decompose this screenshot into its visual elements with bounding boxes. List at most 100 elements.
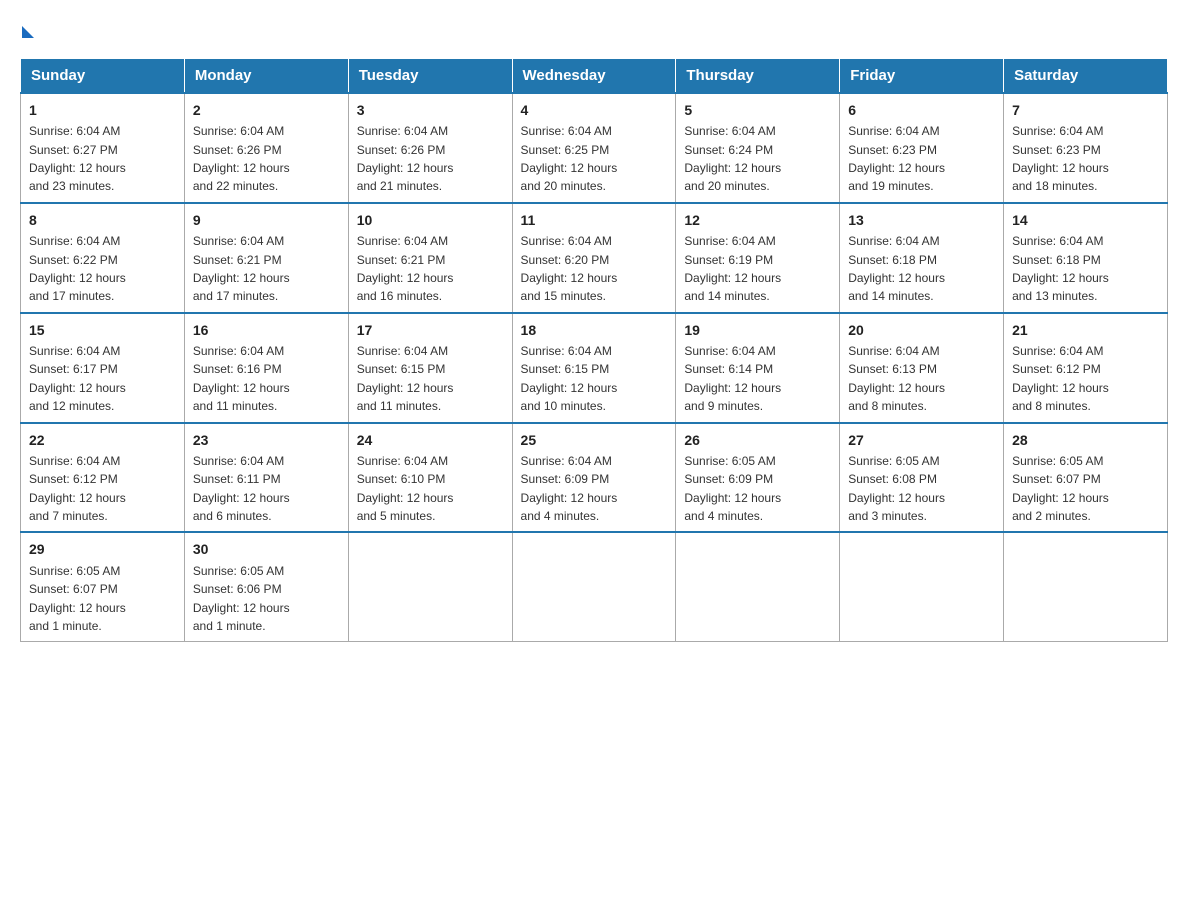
day-cell: 27 Sunrise: 6:05 AMSunset: 6:08 PMDaylig… — [840, 423, 1004, 533]
day-info: Sunrise: 6:04 AMSunset: 6:25 PMDaylight:… — [521, 124, 618, 193]
day-number: 19 — [684, 320, 831, 340]
weekday-header-thursday: Thursday — [676, 59, 840, 94]
day-info: Sunrise: 6:04 AMSunset: 6:12 PMDaylight:… — [1012, 344, 1109, 413]
day-cell: 3 Sunrise: 6:04 AMSunset: 6:26 PMDayligh… — [348, 93, 512, 203]
day-cell: 29 Sunrise: 6:05 AMSunset: 6:07 PMDaylig… — [21, 532, 185, 641]
week-row-4: 22 Sunrise: 6:04 AMSunset: 6:12 PMDaylig… — [21, 423, 1168, 533]
day-cell: 18 Sunrise: 6:04 AMSunset: 6:15 PMDaylig… — [512, 313, 676, 423]
day-number: 30 — [193, 539, 340, 559]
day-cell: 6 Sunrise: 6:04 AMSunset: 6:23 PMDayligh… — [840, 93, 1004, 203]
day-info: Sunrise: 6:04 AMSunset: 6:22 PMDaylight:… — [29, 234, 126, 303]
day-number: 3 — [357, 100, 504, 120]
day-info: Sunrise: 6:05 AMSunset: 6:08 PMDaylight:… — [848, 454, 945, 523]
day-number: 13 — [848, 210, 995, 230]
calendar-table: SundayMondayTuesdayWednesdayThursdayFrid… — [20, 58, 1168, 642]
day-number: 5 — [684, 100, 831, 120]
day-info: Sunrise: 6:05 AMSunset: 6:07 PMDaylight:… — [1012, 454, 1109, 523]
day-number: 27 — [848, 430, 995, 450]
day-number: 4 — [521, 100, 668, 120]
day-cell: 26 Sunrise: 6:05 AMSunset: 6:09 PMDaylig… — [676, 423, 840, 533]
day-cell: 13 Sunrise: 6:04 AMSunset: 6:18 PMDaylig… — [840, 203, 1004, 313]
day-info: Sunrise: 6:04 AMSunset: 6:16 PMDaylight:… — [193, 344, 290, 413]
day-number: 18 — [521, 320, 668, 340]
day-number: 10 — [357, 210, 504, 230]
day-number: 7 — [1012, 100, 1159, 120]
day-cell — [840, 532, 1004, 641]
day-number: 9 — [193, 210, 340, 230]
day-info: Sunrise: 6:04 AMSunset: 6:17 PMDaylight:… — [29, 344, 126, 413]
week-row-3: 15 Sunrise: 6:04 AMSunset: 6:17 PMDaylig… — [21, 313, 1168, 423]
day-info: Sunrise: 6:04 AMSunset: 6:26 PMDaylight:… — [357, 124, 454, 193]
day-number: 24 — [357, 430, 504, 450]
weekday-header-saturday: Saturday — [1004, 59, 1168, 94]
day-cell: 25 Sunrise: 6:04 AMSunset: 6:09 PMDaylig… — [512, 423, 676, 533]
day-cell: 24 Sunrise: 6:04 AMSunset: 6:10 PMDaylig… — [348, 423, 512, 533]
day-cell — [512, 532, 676, 641]
day-cell: 23 Sunrise: 6:04 AMSunset: 6:11 PMDaylig… — [184, 423, 348, 533]
day-cell — [348, 532, 512, 641]
day-cell: 30 Sunrise: 6:05 AMSunset: 6:06 PMDaylig… — [184, 532, 348, 641]
day-info: Sunrise: 6:05 AMSunset: 6:09 PMDaylight:… — [684, 454, 781, 523]
day-number: 17 — [357, 320, 504, 340]
day-info: Sunrise: 6:04 AMSunset: 6:18 PMDaylight:… — [1012, 234, 1109, 303]
weekday-header-friday: Friday — [840, 59, 1004, 94]
day-info: Sunrise: 6:04 AMSunset: 6:27 PMDaylight:… — [29, 124, 126, 193]
day-info: Sunrise: 6:04 AMSunset: 6:09 PMDaylight:… — [521, 454, 618, 523]
day-number: 29 — [29, 539, 176, 559]
day-cell: 12 Sunrise: 6:04 AMSunset: 6:19 PMDaylig… — [676, 203, 840, 313]
day-cell: 11 Sunrise: 6:04 AMSunset: 6:20 PMDaylig… — [512, 203, 676, 313]
day-number: 14 — [1012, 210, 1159, 230]
day-cell — [1004, 532, 1168, 641]
weekday-header-row: SundayMondayTuesdayWednesdayThursdayFrid… — [21, 59, 1168, 94]
day-info: Sunrise: 6:04 AMSunset: 6:12 PMDaylight:… — [29, 454, 126, 523]
day-info: Sunrise: 6:04 AMSunset: 6:21 PMDaylight:… — [193, 234, 290, 303]
day-info: Sunrise: 6:04 AMSunset: 6:10 PMDaylight:… — [357, 454, 454, 523]
day-info: Sunrise: 6:04 AMSunset: 6:15 PMDaylight:… — [357, 344, 454, 413]
header — [20, 20, 1168, 48]
weekday-header-monday: Monday — [184, 59, 348, 94]
weekday-header-wednesday: Wednesday — [512, 59, 676, 94]
day-cell: 5 Sunrise: 6:04 AMSunset: 6:24 PMDayligh… — [676, 93, 840, 203]
day-cell: 2 Sunrise: 6:04 AMSunset: 6:26 PMDayligh… — [184, 93, 348, 203]
day-number: 21 — [1012, 320, 1159, 340]
day-info: Sunrise: 6:04 AMSunset: 6:20 PMDaylight:… — [521, 234, 618, 303]
day-number: 28 — [1012, 430, 1159, 450]
day-number: 6 — [848, 100, 995, 120]
day-info: Sunrise: 6:05 AMSunset: 6:07 PMDaylight:… — [29, 564, 126, 633]
day-number: 12 — [684, 210, 831, 230]
day-cell: 17 Sunrise: 6:04 AMSunset: 6:15 PMDaylig… — [348, 313, 512, 423]
day-info: Sunrise: 6:04 AMSunset: 6:19 PMDaylight:… — [684, 234, 781, 303]
day-number: 20 — [848, 320, 995, 340]
day-number: 15 — [29, 320, 176, 340]
day-cell: 15 Sunrise: 6:04 AMSunset: 6:17 PMDaylig… — [21, 313, 185, 423]
week-row-5: 29 Sunrise: 6:05 AMSunset: 6:07 PMDaylig… — [21, 532, 1168, 641]
day-info: Sunrise: 6:04 AMSunset: 6:13 PMDaylight:… — [848, 344, 945, 413]
day-number: 8 — [29, 210, 176, 230]
day-info: Sunrise: 6:04 AMSunset: 6:15 PMDaylight:… — [521, 344, 618, 413]
day-info: Sunrise: 6:04 AMSunset: 6:18 PMDaylight:… — [848, 234, 945, 303]
weekday-header-sunday: Sunday — [21, 59, 185, 94]
day-number: 22 — [29, 430, 176, 450]
day-info: Sunrise: 6:04 AMSunset: 6:11 PMDaylight:… — [193, 454, 290, 523]
logo — [20, 20, 34, 48]
day-number: 1 — [29, 100, 176, 120]
day-number: 23 — [193, 430, 340, 450]
day-cell: 8 Sunrise: 6:04 AMSunset: 6:22 PMDayligh… — [21, 203, 185, 313]
day-info: Sunrise: 6:04 AMSunset: 6:23 PMDaylight:… — [1012, 124, 1109, 193]
day-info: Sunrise: 6:04 AMSunset: 6:14 PMDaylight:… — [684, 344, 781, 413]
day-cell: 1 Sunrise: 6:04 AMSunset: 6:27 PMDayligh… — [21, 93, 185, 203]
day-cell: 22 Sunrise: 6:04 AMSunset: 6:12 PMDaylig… — [21, 423, 185, 533]
week-row-1: 1 Sunrise: 6:04 AMSunset: 6:27 PMDayligh… — [21, 93, 1168, 203]
day-number: 25 — [521, 430, 668, 450]
day-cell: 20 Sunrise: 6:04 AMSunset: 6:13 PMDaylig… — [840, 313, 1004, 423]
day-cell: 19 Sunrise: 6:04 AMSunset: 6:14 PMDaylig… — [676, 313, 840, 423]
day-cell: 14 Sunrise: 6:04 AMSunset: 6:18 PMDaylig… — [1004, 203, 1168, 313]
day-cell: 21 Sunrise: 6:04 AMSunset: 6:12 PMDaylig… — [1004, 313, 1168, 423]
logo-triangle-icon — [22, 26, 34, 38]
day-number: 11 — [521, 210, 668, 230]
day-cell — [676, 532, 840, 641]
day-info: Sunrise: 6:05 AMSunset: 6:06 PMDaylight:… — [193, 564, 290, 633]
day-info: Sunrise: 6:04 AMSunset: 6:21 PMDaylight:… — [357, 234, 454, 303]
day-info: Sunrise: 6:04 AMSunset: 6:24 PMDaylight:… — [684, 124, 781, 193]
day-number: 16 — [193, 320, 340, 340]
